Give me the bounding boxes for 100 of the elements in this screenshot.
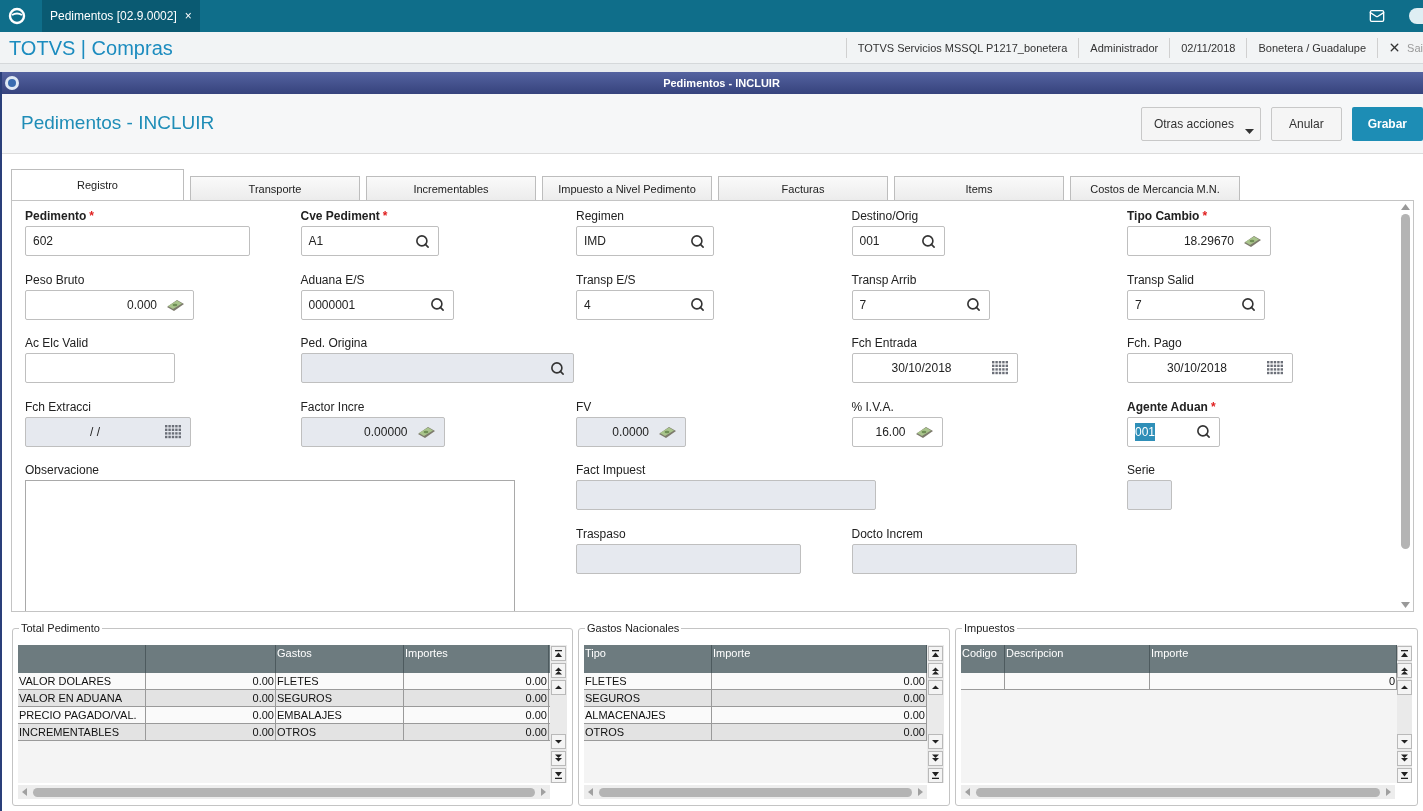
table-row[interactable]: OTROS 0.00 [584, 724, 927, 741]
search-icon[interactable] [690, 297, 705, 312]
field-label: Destino/Orig [851, 209, 919, 223]
search-icon[interactable] [429, 297, 445, 312]
tab[interactable]: Costos de Mercancia M.N. [1070, 176, 1240, 200]
vertical-scrollbar[interactable] [1398, 201, 1413, 611]
calendar-icon[interactable] [991, 361, 1009, 375]
lookup-field[interactable]: 7 [1127, 289, 1265, 320]
table-row[interactable]: SEGUROS 0.00 [584, 690, 927, 707]
scroll-bottom-button[interactable] [1397, 768, 1412, 783]
date-field[interactable]: 30/10/2018 [1127, 353, 1293, 383]
lookup-field[interactable]: 001 [1127, 416, 1220, 447]
scroll-down-button[interactable] [551, 734, 566, 749]
group-title: Impuestos [962, 621, 1017, 635]
scroll-up-button[interactable] [928, 680, 943, 695]
search-icon[interactable] [1241, 297, 1256, 312]
lookup-field[interactable]: 7 [851, 289, 990, 320]
calendar-icon[interactable] [1267, 361, 1284, 375]
scroll-top-button[interactable] [928, 646, 943, 661]
search-icon[interactable] [920, 233, 936, 249]
text-field[interactable]: 602 [25, 226, 250, 256]
table-row[interactable]: VALOR DOLARES 0.00 FLETES 0.00 [18, 673, 550, 690]
number-field[interactable]: 16.00 [851, 416, 943, 447]
table-cell-text: 0.00 [903, 725, 925, 740]
scrollbar-thumb[interactable] [1401, 214, 1410, 549]
scroll-top-button[interactable] [551, 646, 566, 661]
scroll-top-icon [931, 649, 940, 658]
scrollbar-thumb[interactable] [33, 787, 535, 797]
tab[interactable]: Incrementables [366, 176, 536, 200]
tab[interactable]: Transporte [190, 176, 360, 200]
page-down-button[interactable] [551, 751, 566, 766]
close-tab-button[interactable]: × [184, 7, 192, 25]
horizontal-scrollbar[interactable] [18, 785, 550, 799]
tab[interactable]: Facturas [718, 176, 888, 200]
lookup-field[interactable]: IMD [576, 226, 714, 256]
search-icon[interactable] [414, 233, 430, 249]
table-cell-text: 0.00 [903, 691, 925, 706]
money-icon[interactable] [165, 297, 185, 312]
table-row[interactable]: VALOR EN ADUANA 0.00 SEGUROS 0.00 [18, 690, 550, 707]
notes-field[interactable] [25, 480, 515, 611]
scroll-bottom-button[interactable] [928, 768, 943, 783]
logo-icon[interactable] [8, 7, 26, 25]
scroll-bottom-icon [931, 771, 940, 780]
number-field[interactable]: 0.000 [25, 289, 194, 320]
scroll-down-icon[interactable] [1401, 602, 1410, 608]
session-info: 02/11/2018 [1169, 37, 1247, 58]
field-label: Agente Aduan [1127, 399, 1208, 414]
date-field[interactable]: 30/10/2018 [851, 353, 1018, 383]
page-up-button[interactable] [1397, 663, 1412, 678]
scroll-down-button[interactable] [1397, 734, 1412, 749]
lookup-field[interactable]: A1 [300, 226, 439, 256]
page-up-icon [554, 666, 563, 675]
cancel-button[interactable]: Anular [1270, 106, 1342, 141]
actions-menu-button[interactable]: Otras acciones [1140, 106, 1261, 141]
scroll-down-button[interactable] [928, 734, 943, 749]
table-row[interactable]: ALMACENAJES 0.00 [584, 707, 927, 724]
search-icon[interactable] [965, 297, 981, 312]
mail-icon[interactable] [1369, 8, 1385, 24]
number-field[interactable]: 18.29670 [1127, 226, 1271, 256]
caret-icon [1244, 128, 1254, 135]
field-label: Regimen [576, 209, 625, 223]
scroll-top-button[interactable] [1397, 646, 1412, 661]
page-down-button[interactable] [928, 751, 943, 766]
tab[interactable]: Items [894, 176, 1064, 200]
table-cell-text: 0.00 [525, 691, 547, 706]
scroll-up-button[interactable] [551, 680, 566, 695]
scrollbar-thumb[interactable] [976, 787, 1380, 797]
table-cell-text: 0.00 [525, 708, 547, 723]
field-label: Aduana E/S [300, 272, 365, 287]
page-up-button[interactable] [928, 663, 943, 678]
field-label: Traspaso [576, 526, 626, 541]
window-icon[interactable] [4, 75, 20, 91]
text-field[interactable] [25, 353, 175, 383]
group-title: Gastos Nacionales [585, 621, 682, 635]
field-label: Ac Elc Valid [25, 336, 89, 350]
scrollbar-thumb[interactable] [599, 787, 912, 797]
table-row[interactable]: INCREMENTABLES 0.00 OTROS 0.00 [18, 724, 550, 741]
save-button[interactable]: Grabar [1351, 106, 1423, 141]
table-row[interactable]: PRECIO PAGADO/VAL. 0.00 EMBALAJES 0.00 [18, 707, 550, 724]
scroll-down-icon [931, 737, 940, 746]
app-tab[interactable]: Pedimentos [02.9.0002] × [42, 0, 200, 32]
window-title: Pedimentos - INCLUIR [662, 75, 781, 91]
scroll-up-icon[interactable] [1401, 204, 1410, 210]
table-row[interactable]: FLETES 0.00 [584, 673, 927, 690]
lookup-field[interactable]: 001 [851, 226, 945, 256]
lookup-field[interactable]: 0000001 [300, 289, 454, 320]
search-icon[interactable] [1196, 424, 1211, 439]
page-up-button[interactable] [551, 663, 566, 678]
horizontal-scrollbar[interactable] [584, 785, 927, 799]
lookup-field[interactable]: 4 [576, 289, 714, 320]
tab[interactable]: Registro [11, 169, 184, 200]
scroll-up-button[interactable] [1397, 680, 1412, 695]
page-down-button[interactable] [1397, 751, 1412, 766]
horizontal-scrollbar[interactable] [961, 785, 1395, 799]
search-icon[interactable] [690, 233, 705, 249]
tab[interactable]: Impuesto a Nivel Pedimento [542, 176, 712, 200]
scroll-up-icon [931, 683, 940, 692]
money-icon[interactable] [1242, 234, 1262, 248]
table-row[interactable]: 0 [961, 673, 1397, 690]
scroll-bottom-button[interactable] [551, 768, 566, 783]
